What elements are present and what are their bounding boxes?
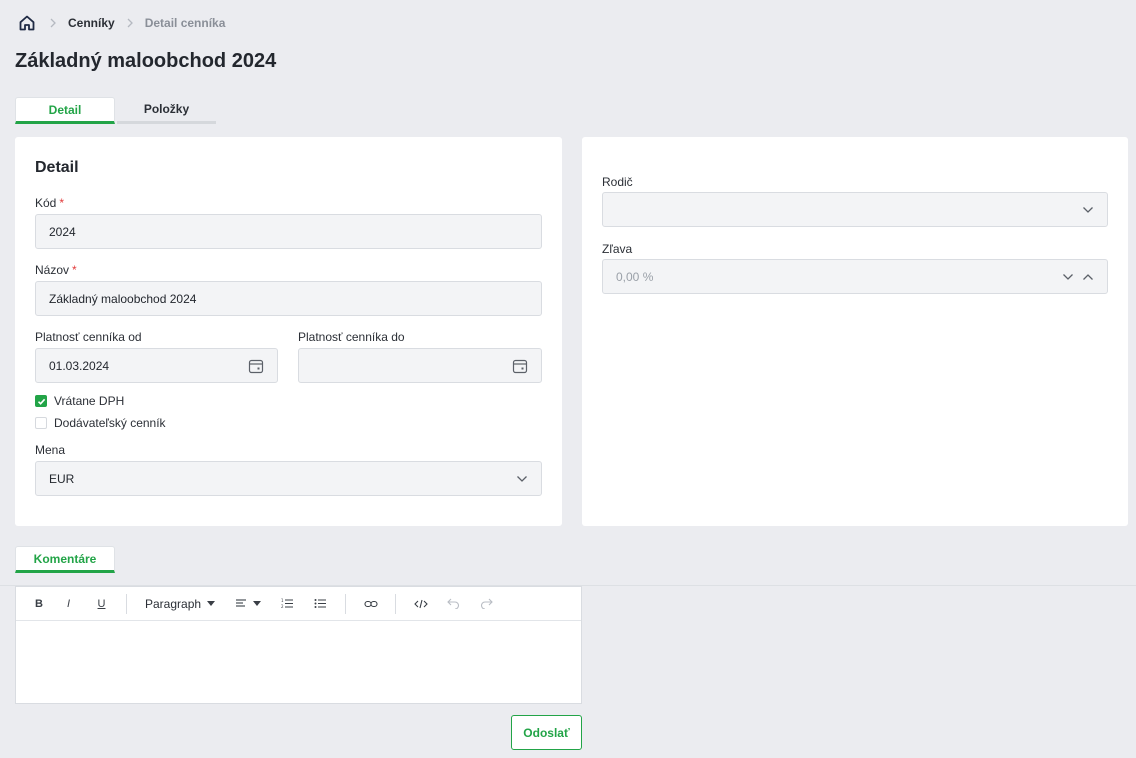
block-format-value: Paragraph <box>145 596 202 611</box>
discount-stepper <box>1062 273 1094 281</box>
page-title: Základný maloobchod 2024 <box>15 50 277 72</box>
submit-button[interactable]: Odoslať <box>511 715 582 750</box>
chevron-right-icon <box>115 18 145 28</box>
discount-value: 0,00 % <box>616 269 654 284</box>
caret-down-icon <box>253 601 262 606</box>
currency-label: Mena <box>35 443 66 457</box>
tab-detail-label: Detail <box>48 102 82 117</box>
toolbar-separator <box>126 593 127 614</box>
comment-editor: B I U Paragraph 12 <box>15 586 582 704</box>
supplier-checkbox-row[interactable]: Dodávateľský cenník <box>35 415 166 431</box>
incl-vat-label: Vrátane DPH <box>54 394 125 408</box>
discount-input[interactable]: 0,00 % <box>602 259 1108 294</box>
svg-text:1: 1 <box>281 598 284 603</box>
incl-vat-checkbox-row[interactable]: Vrátane DPH <box>35 393 124 409</box>
currency-value: EUR <box>49 471 75 486</box>
valid-from-value: 01.03.2024 <box>49 358 110 373</box>
breadcrumb: Cenníky Detail cenníka <box>16 12 225 34</box>
required-mark: * <box>59 196 65 210</box>
breadcrumb-current: Detail cenníka <box>144 16 226 30</box>
valid-to-label: Platnosť cenníka do <box>298 330 405 344</box>
detail-card: Detail Kód * 2024 Názov * Základný maloobc… <box>15 137 562 526</box>
chevron-down-icon[interactable] <box>516 475 528 483</box>
checkbox-checked[interactable] <box>35 395 47 407</box>
tab-items-label: Položky <box>143 102 190 116</box>
tab-comments-label: Komentáre <box>33 551 97 566</box>
code-value: 2024 <box>49 224 76 239</box>
supplier-label: Dodávateľský cenník <box>54 416 166 430</box>
block-format-dropdown[interactable]: Paragraph <box>135 592 225 616</box>
discount-label: Zľava <box>602 242 633 256</box>
breadcrumb-link-pricelists[interactable]: Cenníky <box>68 16 115 30</box>
toolbar-separator <box>395 593 397 614</box>
home-icon[interactable] <box>16 12 38 34</box>
align-dropdown[interactable] <box>225 592 271 616</box>
toolbar-separator <box>345 593 347 614</box>
calendar-icon[interactable] <box>512 358 528 374</box>
decrement-chevron-down-icon[interactable] <box>1062 273 1074 281</box>
valid-to-input[interactable] <box>298 348 542 383</box>
bullet-list-icon[interactable] <box>304 592 337 616</box>
detail-section-title: Detail <box>35 159 79 176</box>
name-label: Názov * <box>35 263 77 277</box>
chevron-right-icon <box>38 18 68 28</box>
caret-down-icon <box>207 601 216 606</box>
numbered-list-icon[interactable]: 12 <box>271 592 304 616</box>
parent-label: Rodič <box>602 175 633 189</box>
valid-from-input[interactable]: 01.03.2024 <box>35 348 278 383</box>
increment-chevron-up-icon[interactable] <box>1082 273 1094 281</box>
chevron-down-icon[interactable] <box>1082 206 1094 214</box>
editor-content-area[interactable] <box>16 621 581 704</box>
required-mark: * <box>72 263 77 277</box>
bold-button[interactable]: B <box>26 592 52 616</box>
tab-comments[interactable]: Komentáre <box>15 546 115 573</box>
checkbox-unchecked[interactable] <box>35 417 47 429</box>
undo-icon[interactable] <box>437 592 470 616</box>
side-card: Rodič Zľava 0,00 % <box>582 137 1128 526</box>
tab-items[interactable]: Položky <box>117 97 216 124</box>
code-input[interactable]: 2024 <box>35 214 542 249</box>
currency-select[interactable]: EUR <box>35 461 542 496</box>
valid-from-label: Platnosť cenníka od <box>35 330 142 344</box>
parent-select[interactable] <box>602 192 1108 227</box>
name-input[interactable]: Základný maloobchod 2024 <box>35 281 542 316</box>
italic-button[interactable]: I <box>52 592 85 616</box>
redo-icon[interactable] <box>470 592 503 616</box>
editor-toolbar: B I U Paragraph 12 <box>16 587 581 621</box>
code-icon[interactable] <box>404 592 437 616</box>
tab-detail[interactable]: Detail <box>15 97 115 124</box>
align-left-icon <box>235 597 247 611</box>
underline-button[interactable]: U <box>85 592 118 616</box>
code-label: Kód * <box>35 196 65 210</box>
name-value: Základný maloobchod 2024 <box>49 291 197 306</box>
link-icon[interactable] <box>354 592 387 616</box>
svg-text:2: 2 <box>281 604 284 609</box>
calendar-icon[interactable] <box>248 358 264 374</box>
